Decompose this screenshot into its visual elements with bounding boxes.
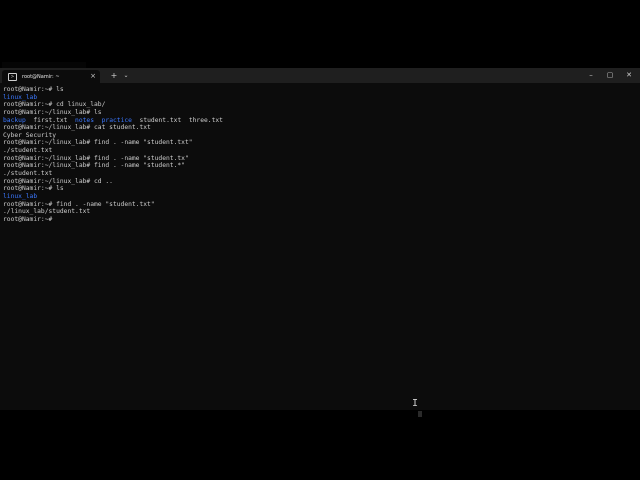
terminal-text: ./linux_lab/student.txt [3,208,91,216]
terminal-text: root@Namir:~/linux_lab# cd .. [3,177,113,185]
tab-bar: > root@Namir: ~ × + ⌄ – ▢ ✕ [0,68,640,83]
close-window-button[interactable]: ✕ [620,68,638,83]
terminal-text: root@Namir:~# find . -name "student.txt" [3,200,155,208]
terminal-text: student.txt three.txt [131,116,223,124]
directory-name: notes [75,116,95,124]
terminal-text: root@Namir:~/linux_lab# find . -name "st… [3,154,189,162]
terminal-line: ./student.txt [3,147,637,155]
terminal-line: root@Namir:~/linux_lab# find . -name "st… [3,139,637,147]
terminal-line: root@Namir:~/linux_lab# find . -name "st… [3,155,637,163]
terminal-line: ./student.txt [3,170,637,178]
tab-dropdown-button[interactable]: ⌄ [120,68,132,83]
maximize-button[interactable]: ▢ [601,68,619,83]
terminal-window: > root@Namir: ~ × + ⌄ – ▢ ✕ root@Namir:~… [0,68,640,410]
terminal-line: root@Namir:~# [3,216,637,224]
terminal-text: first.txt [25,116,76,124]
terminal-text: ./student.txt [3,147,53,155]
terminal-line: linux_lab [3,193,637,201]
terminal-line: root@Namir:~/linux_lab# find . -name "st… [3,162,637,170]
terminal-text: root@Namir:~/linux_lab# cat student.txt [3,124,151,132]
tab-terminal[interactable]: > root@Namir: ~ × [2,70,100,83]
terminal-line: root@Namir:~# cd linux_lab/ [3,101,637,109]
cursor-shadow [418,411,422,417]
new-tab-button[interactable]: + [108,68,120,83]
terminal-text: root@Namir:~# ls [3,86,64,93]
terminal-line: Cyber Security [3,132,637,140]
terminal-line: root@Namir:~/linux_lab# cat student.txt [3,124,637,132]
terminal-line: root@Namir:~/linux_lab# cd .. [3,178,637,186]
tab-close-button[interactable]: × [90,72,96,81]
tab-title: root@Namir: ~ [22,73,60,80]
terminal-text: root@Namir:~# [3,215,57,223]
terminal-line: root@Namir:~# ls [3,86,637,94]
directory-name: linux_lab [3,192,38,200]
terminal-icon: > [8,72,17,81]
terminal-line: backup first.txt notes practice student.… [3,117,637,125]
terminal-line: ./linux_lab/student.txt [3,208,637,216]
terminal-line: root@Namir:~# ls [3,185,637,193]
directory-name: backup [3,116,26,124]
terminal-text: root@Namir:~/linux_lab# find . -name "st… [3,139,193,147]
terminal-text: root@Namir:~/linux_lab# ls [3,108,102,116]
terminal-line: linux_lab [3,94,637,102]
terminal-text: root@Namir:~/linux_lab# find . -name "st… [3,162,185,170]
terminal-text: ./student.txt [3,170,53,178]
terminal-text: root@Namir:~# ls [3,185,64,193]
terminal-line: root@Namir:~# find . -name "student.txt" [3,201,637,209]
terminal-text: Cyber Security [3,131,57,139]
minimize-button[interactable]: – [582,68,600,83]
directory-name: practice [101,116,132,124]
terminal-output[interactable]: root@Namir:~# ls linux_lab root@Namir:~# c… [3,86,637,224]
terminal-line: root@Namir:~/linux_lab# ls [3,109,637,117]
directory-name: linux_lab [3,93,38,101]
text-cursor-icon: I [412,398,419,409]
terminal-text: root@Namir:~# cd linux_lab/ [3,101,106,109]
